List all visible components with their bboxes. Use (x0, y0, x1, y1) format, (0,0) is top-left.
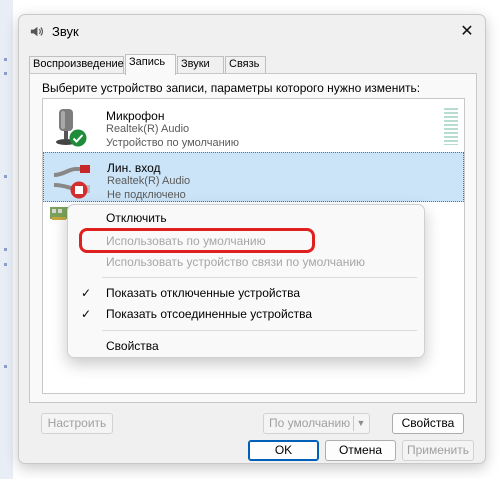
title-bar[interactable]: Звук ✕ (19, 15, 485, 49)
speaker-icon (30, 26, 43, 37)
device-name: Лин. вход (107, 161, 161, 175)
tab-playback[interactable]: Воспроизведение (29, 56, 124, 73)
device-actions: Настроить По умолчанию ▼ Свойства (29, 413, 477, 435)
chevron-down-icon[interactable]: ▼ (356, 414, 366, 433)
level-meter (444, 108, 458, 145)
menu-item-show-disconnected[interactable]: ✓ Показать отсоединенные устройства (72, 304, 421, 324)
background-app-strip (0, 0, 13, 479)
device-status: Не подключено (107, 189, 186, 201)
ok-button[interactable]: OK (248, 440, 319, 461)
dialog-footer: OK Отмена Применить (19, 435, 485, 463)
close-icon: ✕ (460, 23, 474, 40)
split-divider (353, 416, 354, 431)
properties-button[interactable]: Свойства (392, 413, 464, 434)
highlight-annotation (79, 228, 315, 253)
instruction-text: Выберите устройство записи, параметры ко… (42, 81, 421, 95)
window-title: Звук (52, 24, 79, 39)
close-button[interactable]: ✕ (456, 21, 478, 43)
menu-item-properties[interactable]: Свойства (72, 336, 421, 356)
device-name: Микрофон (106, 109, 165, 123)
menu-separator (102, 330, 417, 331)
device-status: Устройство по умолчанию (106, 137, 240, 149)
menu-item-disable[interactable]: Отключить (72, 208, 421, 228)
default-check-icon (69, 129, 87, 147)
tab-sounds[interactable]: Звуки (177, 56, 224, 73)
checkmark-icon: ✓ (80, 286, 92, 300)
apply-button[interactable]: Применить (402, 440, 474, 461)
menu-item-show-disabled[interactable]: ✓ Показать отключенные устройства (72, 283, 421, 303)
sound-card-icon (50, 207, 68, 220)
configure-button[interactable]: Настроить (41, 413, 113, 434)
device-item-microphone[interactable]: Микрофон Realtek(R) Audio Устройство по … (43, 101, 464, 151)
set-default-split-button[interactable]: По умолчанию ▼ (263, 413, 370, 434)
device-driver: Realtek(R) Audio (107, 175, 191, 187)
cancel-button[interactable]: Отмена (325, 440, 396, 461)
tab-recording[interactable]: Запись (125, 54, 176, 75)
tab-communications[interactable]: Связь (225, 56, 266, 73)
disconnected-icon (70, 181, 88, 199)
menu-item-set-default-communication[interactable]: Использовать устройство связи по умолчан… (72, 252, 421, 272)
menu-separator (102, 277, 417, 278)
device-item-line-in[interactable]: Лин. вход Realtek(R) Audio Не подключено (43, 152, 464, 202)
device-driver: Realtek(R) Audio (106, 123, 190, 135)
checkmark-icon: ✓ (80, 307, 92, 321)
